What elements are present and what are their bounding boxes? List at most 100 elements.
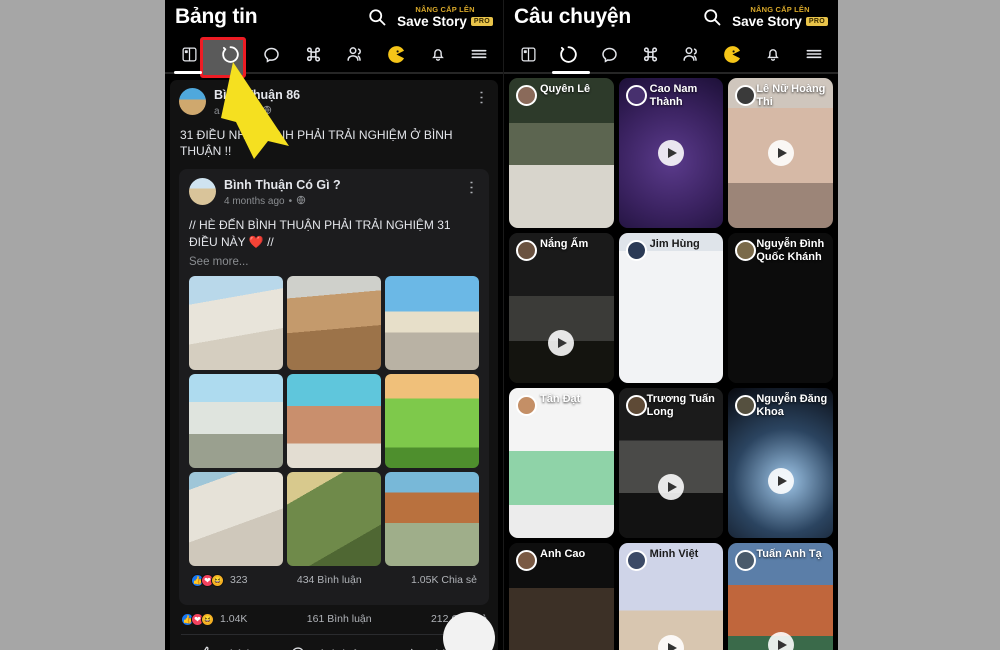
play-icon[interactable]	[767, 140, 794, 166]
photo-cell[interactable]	[385, 275, 479, 370]
story-card[interactable]: Anh Cao	[509, 543, 614, 650]
play-icon[interactable]	[548, 329, 575, 356]
story-author: Cao Nam Thành	[649, 83, 698, 108]
sidebar-item-gaming[interactable]	[381, 39, 411, 69]
thumbs-up-icon	[199, 645, 215, 650]
shared-post-header: Bình Thuận Có Gì ? 4 months ago • ⋯	[189, 178, 480, 208]
sidebar-item-messenger[interactable]	[595, 39, 625, 69]
story-card[interactable]: Nguyễn Đình Quốc Khánh	[728, 233, 833, 383]
shared-post-text: // HÈ ĐẾN BÌNH THUẬN PHẢI TRẢI NGHIỆM 31…	[189, 218, 451, 249]
story-author: Jim Hùng	[649, 238, 700, 250]
sidebar-item-notifications[interactable]	[423, 39, 453, 69]
comment-icon	[290, 645, 306, 650]
see-more-link[interactable]: See more...	[189, 256, 479, 276]
post-stats: 👍 ❤ 😆 1.04K 161 Bình luận 212 Chia sẻ	[179, 605, 489, 634]
sidebar-item-marketplace[interactable]	[636, 39, 666, 69]
topbar-actions: NÂNG CẤP LÊN Save Story PRO	[367, 4, 493, 29]
sidebar-item-menu[interactable]	[799, 39, 829, 69]
play-icon[interactable]	[767, 468, 794, 494]
story-card[interactable]: Tấn Đạt	[509, 388, 614, 538]
avatar[interactable]	[179, 88, 206, 115]
story-card[interactable]: Jim Hùng	[618, 233, 724, 383]
story-author: Lê Nữ Hoàng Thi	[756, 83, 826, 108]
sidebar-item-news-feed[interactable]	[174, 39, 204, 69]
shared-post-author[interactable]: Bình Thuận Có Gì ?	[224, 178, 456, 193]
upgrade-label: NÂNG CẤP LÊN	[750, 4, 810, 14]
brand-name: Save Story	[732, 14, 802, 29]
comment-button[interactable]: Bình luận	[290, 645, 366, 650]
story-card[interactable]: Nguyễn Đăng Khoa	[728, 388, 833, 538]
sidebar-item-news-feed[interactable]	[513, 39, 543, 69]
sidebar-item-groups[interactable]	[676, 39, 706, 69]
shared-post-stats: 👍 ❤ 😆 323 434 Bình luận 1.05K Chia sẻ	[189, 566, 479, 595]
page-title: Bảng tin	[175, 5, 258, 28]
story-card[interactable]: Tuấn Anh Tạ	[728, 543, 833, 650]
avatar	[625, 240, 647, 261]
post-author[interactable]: Bình Thuận 86	[214, 88, 466, 103]
feed-scroll-area[interactable]: Bình Thuận 86 a day ago ⋯ 31 ĐIỀU NHẤT Đ…	[165, 74, 503, 650]
save-story-promo[interactable]: NÂNG CẤP LÊN Save Story PRO	[732, 4, 828, 29]
post-header: Bình Thuận 86 a day ago ⋯	[179, 88, 490, 118]
photo-cell[interactable]	[189, 471, 283, 566]
story-card[interactable]: Trương Tuấn Long	[618, 388, 724, 538]
story-author: Quyên Lê	[540, 83, 591, 95]
play-icon[interactable]	[657, 474, 684, 500]
more-options-icon[interactable]: ⋯	[473, 88, 490, 107]
like-button[interactable]: Thích	[199, 645, 254, 650]
pro-badge: PRO	[805, 17, 828, 27]
share-icon	[402, 645, 419, 650]
reaction-icons[interactable]: 👍 ❤ 😆	[191, 573, 224, 587]
avatar	[625, 395, 647, 416]
reaction-count[interactable]: 323	[230, 574, 248, 586]
story-card[interactable]: Cao Nam Thành	[618, 78, 724, 228]
share-count[interactable]: 1.05K Chia sẻ	[411, 574, 477, 586]
story-author: Tuấn Anh Tạ	[756, 548, 822, 560]
post-text: 31 ĐIỀU NHẤT ĐỊNH PHẢI TRẢI NGHIỆM Ở BÌN…	[180, 128, 453, 159]
sidebar-item-marketplace[interactable]	[298, 39, 328, 69]
comment-count[interactable]: 161 Bình luận	[307, 613, 372, 625]
photo-cell[interactable]	[287, 471, 381, 566]
photo-cell[interactable]	[287, 275, 381, 370]
search-icon[interactable]	[702, 7, 722, 27]
sidebar-item-reels[interactable]	[554, 39, 584, 69]
sidebar-item-groups[interactable]	[340, 39, 370, 69]
search-icon[interactable]	[367, 7, 387, 27]
photo-cell[interactable]	[385, 373, 479, 468]
play-icon[interactable]	[657, 140, 684, 166]
photo-cell[interactable]	[189, 373, 283, 468]
photo-cell[interactable]	[287, 373, 381, 468]
comment-count[interactable]: 434 Bình luận	[297, 574, 362, 586]
stories-grid[interactable]: Quyên Lê Cao Nam Thành Lê Nữ Hoàng Thi N…	[504, 74, 838, 650]
left-topbar: Bảng tin NÂNG CẤP LÊN Save Story PRO	[165, 0, 503, 34]
brand-name: Save Story	[397, 14, 467, 29]
story-card[interactable]: Quyên Lê	[509, 78, 614, 228]
story-author: Nắng Ấm	[540, 238, 589, 250]
right-nav-row	[504, 34, 838, 74]
globe-icon	[262, 105, 272, 118]
sidebar-item-gaming[interactable]	[717, 39, 747, 69]
nav-active-underline	[552, 71, 590, 74]
pro-badge: PRO	[470, 17, 493, 27]
sidebar-item-menu[interactable]	[464, 39, 494, 69]
reaction-count[interactable]: 1.04K	[220, 613, 247, 625]
story-author: Nguyễn Đình Quốc Khánh	[756, 238, 825, 263]
sidebar-item-messenger[interactable]	[257, 39, 287, 69]
story-card[interactable]: Lê Nữ Hoàng Thi	[728, 78, 833, 228]
post-timestamp: a day ago	[214, 106, 258, 117]
photo-cell[interactable]	[385, 471, 479, 566]
nav-active-underline	[174, 71, 202, 74]
story-card[interactable]: Nắng Ấm	[509, 233, 614, 383]
upgrade-label: NÂNG CẤP LÊN	[415, 4, 475, 14]
more-options-icon[interactable]: ⋯	[463, 178, 480, 197]
reaction-icons[interactable]: 👍 ❤ 😆	[181, 612, 214, 626]
story-card[interactable]: Minh Việt	[618, 543, 724, 650]
sidebar-item-notifications[interactable]	[758, 39, 788, 69]
haha-reaction-icon: 😆	[201, 612, 214, 626]
save-story-promo[interactable]: NÂNG CẤP LÊN Save Story PRO	[397, 4, 493, 29]
shared-post-timestamp: 4 months ago	[224, 196, 285, 208]
shared-post-card: Bình Thuận Có Gì ? 4 months ago • ⋯ // H…	[179, 169, 489, 605]
sidebar-item-reels[interactable]	[215, 39, 245, 69]
photo-cell[interactable]	[189, 275, 283, 370]
story-author: Trương Tuấn Long	[646, 393, 715, 418]
avatar[interactable]	[189, 178, 216, 206]
